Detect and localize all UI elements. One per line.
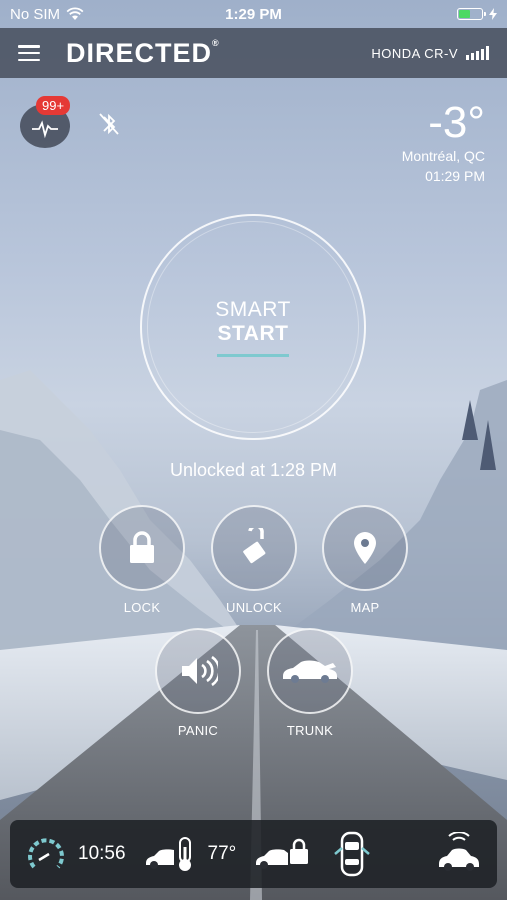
map-pin-icon	[354, 532, 376, 564]
vehicle-status-bar: 10:56 77°	[10, 820, 497, 888]
car-trunk-icon	[283, 660, 337, 683]
weather-time: 01:29 PM	[425, 168, 485, 184]
vehicle-name: HONDA CR-V	[371, 45, 458, 61]
unlock-label: UNLOCK	[226, 600, 282, 615]
unlock-circle	[211, 505, 297, 591]
car-lock-status-icon	[256, 838, 309, 869]
unlock-icon	[243, 528, 266, 564]
remote-start-car-icon	[439, 832, 479, 871]
status-bar: No SIM	[0, 0, 507, 28]
runtime-value: 10:56	[78, 843, 126, 864]
smart-start-ring	[147, 221, 359, 433]
trunk-button[interactable]: TRUNK	[265, 628, 355, 738]
speaker-icon	[182, 655, 218, 687]
unlock-button[interactable]: UNLOCK	[209, 505, 299, 615]
battery-icon	[457, 8, 486, 20]
runtime-timer-icon	[28, 838, 64, 869]
car-doors-icon	[334, 831, 371, 877]
panic-label: PANIC	[177, 723, 219, 738]
map-label: MAP	[350, 600, 380, 615]
trademark-mark: ®	[212, 37, 220, 48]
brand-logo: DIRECTED®	[66, 38, 220, 69]
lock-status-text: Unlocked at 1:28 PM	[169, 460, 338, 480]
map-circle	[322, 505, 408, 591]
car-thermometer-icon	[145, 837, 191, 871]
lock-button[interactable]: LOCK	[97, 505, 187, 615]
lock-circle	[99, 505, 185, 591]
carrier-label: No SIM	[10, 5, 61, 23]
charging-icon	[489, 8, 497, 20]
brand-name: DIRECTED	[66, 37, 213, 68]
menu-bar	[18, 51, 40, 55]
smart-start-button[interactable]: SMART START	[140, 214, 366, 440]
panic-circle	[155, 628, 241, 714]
runtime-status: 10:56	[24, 833, 126, 875]
lock-icon	[130, 531, 154, 563]
weather-city: Montréal, QC	[401, 148, 485, 164]
wifi-icon	[66, 7, 84, 20]
map-button[interactable]: MAP	[320, 505, 410, 615]
lock-label: LOCK	[123, 600, 161, 615]
panic-button[interactable]: PANIC	[153, 628, 243, 738]
menu-button[interactable]	[18, 45, 40, 61]
signal-strength-icon	[466, 46, 489, 60]
outside-temperature: -3°	[428, 98, 485, 147]
interior-temp-value: 77°	[207, 843, 237, 864]
app-bar: DIRECTED® HONDA CR-V	[0, 28, 507, 78]
menu-bar	[18, 58, 40, 61]
menu-bar	[18, 45, 40, 48]
trunk-circle	[267, 628, 353, 714]
bluetooth-off-icon[interactable]	[96, 110, 122, 138]
notification-badge: 99+	[36, 96, 71, 115]
weather-widget: -3° Montréal, QC 01:29 PM	[402, 100, 485, 186]
vehicle-selector[interactable]: HONDA CR-V	[371, 46, 489, 61]
trunk-label: TRUNK	[286, 723, 334, 738]
interior-temp-status: 77°	[144, 835, 237, 873]
